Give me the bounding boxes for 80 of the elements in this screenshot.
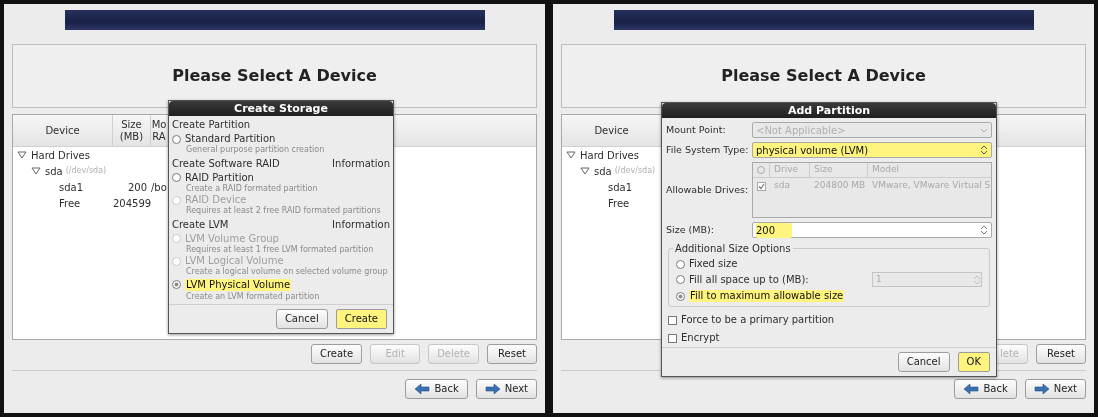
- option-label[interactable]: Standard Partition: [185, 133, 276, 145]
- option-description: General purpose partition creation: [185, 145, 326, 155]
- action-button[interactable]: Reset: [487, 344, 537, 364]
- spin-arrows-icon: [980, 225, 988, 235]
- information-link[interactable]: Information: [332, 155, 390, 171]
- field-label: Allowable Drives:: [666, 182, 750, 197]
- checkbox[interactable]: [668, 315, 677, 325]
- expander-icon[interactable]: [31, 167, 41, 175]
- table-cell-text: 204599: [113, 196, 151, 211]
- device-name[interactable]: sda1: [59, 179, 84, 195]
- device-path: (/dev/sda): [614, 165, 656, 177]
- expander-icon[interactable]: [17, 151, 27, 159]
- dialog-button[interactable]: OK: [957, 352, 990, 372]
- option-description: Create a RAID formated partition: [185, 183, 319, 194]
- radio-button[interactable]: [676, 291, 685, 301]
- checkbox[interactable]: [668, 333, 677, 343]
- device-name[interactable]: Free: [608, 195, 630, 211]
- checkbox[interactable]: [757, 181, 766, 191]
- table-cell-text: 204800 MB: [813, 179, 867, 193]
- device-name[interactable]: sda: [45, 163, 63, 179]
- column-header[interactable]: Size (MB): [113, 115, 151, 146]
- spin-arrows-icon: [973, 274, 981, 285]
- toggle-column-icon: [757, 166, 765, 174]
- nav-button[interactable]: Back: [405, 379, 468, 399]
- column-header[interactable]: Device: [13, 115, 113, 146]
- device-name[interactable]: Free: [59, 195, 81, 211]
- dialog-button[interactable]: Cancel: [275, 308, 328, 329]
- action-button[interactable]: Reset: [1036, 344, 1086, 364]
- back-arrow-icon: [414, 383, 431, 395]
- field-label: Size (MB):: [666, 222, 715, 237]
- radio-button[interactable]: [676, 275, 685, 284]
- radio-button[interactable]: [676, 259, 685, 269]
- radio-button[interactable]: [172, 134, 181, 144]
- file-system-dropdown[interactable]: physical volume (LVM): [752, 142, 992, 158]
- option-label[interactable]: Fill to maximum allowable size: [689, 290, 845, 302]
- checkbox-label[interactable]: Force to be a primary partition: [681, 314, 835, 326]
- next-arrow-icon: [1033, 383, 1050, 395]
- option-description: Requires at least 2 free RAID formated partitions: [185, 206, 382, 216]
- device-name[interactable]: sda: [594, 163, 612, 179]
- option-label[interactable]: Fill all space up to (MB):: [689, 273, 809, 286]
- field-label: File System Type:: [666, 142, 750, 157]
- dialog-title: Add Partition: [662, 103, 996, 118]
- nav-button[interactable]: Back: [954, 379, 1017, 399]
- page-heading: Please Select A Device: [721, 65, 926, 87]
- information-link[interactable]: Information: [332, 216, 390, 232]
- next-arrow-icon: [484, 383, 501, 395]
- section-title: Create LVM: [172, 217, 229, 232]
- column-header[interactable]: Mo RA: [151, 115, 167, 146]
- checkbox-label[interactable]: Encrypt: [681, 332, 720, 344]
- option-label[interactable]: Fixed size: [689, 258, 738, 270]
- option-description: Create an LVM formated partition: [185, 291, 321, 302]
- radio-button[interactable]: [172, 280, 181, 290]
- device-name[interactable]: Hard Drives: [580, 147, 639, 163]
- device-name[interactable]: sda1: [608, 179, 633, 195]
- dialog-title: Create Storage: [169, 101, 393, 116]
- back-arrow-icon: [963, 383, 980, 395]
- device-path: (/dev/sda): [65, 165, 107, 177]
- dialog-button[interactable]: Create: [335, 308, 387, 329]
- expander-icon[interactable]: [566, 151, 576, 159]
- field-label: Mount Point:: [666, 122, 727, 137]
- size-spin-field[interactable]: 200: [752, 222, 992, 238]
- radio-button[interactable]: [172, 173, 181, 183]
- table-cell-text: 200: [126, 180, 148, 195]
- option-label[interactable]: LVM Physical Volume: [185, 278, 292, 291]
- option-label[interactable]: RAID Partition: [185, 171, 254, 184]
- device-name[interactable]: Hard Drives: [31, 147, 90, 163]
- option-description: Requires at least 1 free LVM formated partition: [185, 244, 375, 255]
- group-label: Additional Size Options: [673, 241, 793, 256]
- nav-button[interactable]: Next: [475, 379, 537, 399]
- table-cell-text: /bo: [151, 180, 167, 195]
- page-heading: Please Select A Device: [172, 65, 377, 87]
- section-title: Create Partition: [172, 118, 251, 132]
- action-button[interactable]: Create: [310, 344, 363, 364]
- section-title: Create Software RAID: [172, 156, 280, 171]
- option-description: Create a logical volume on selected volume group: [185, 267, 389, 277]
- dropdown-arrow-icon: [980, 145, 988, 155]
- dialog-button[interactable]: Cancel: [897, 352, 950, 372]
- nav-button[interactable]: Next: [1024, 379, 1086, 399]
- table-cell-text: VMware, VMware Virtual S: [871, 179, 988, 193]
- expander-icon[interactable]: [580, 167, 590, 175]
